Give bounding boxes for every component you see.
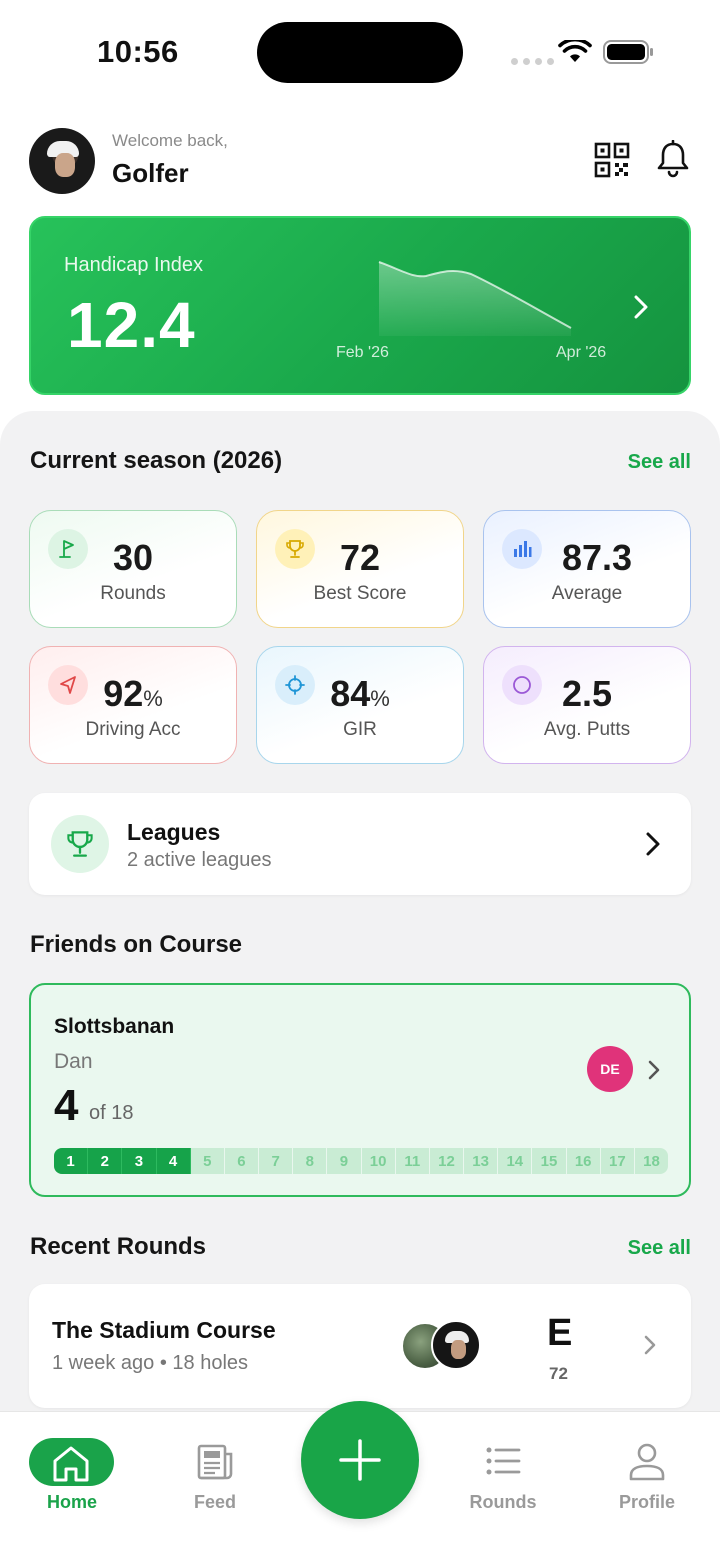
stat-tile-best-score[interactable]: 72 Best Score — [256, 510, 464, 628]
chart-end-label: Apr '26 — [556, 344, 607, 361]
hole-segment: 3 — [122, 1148, 157, 1174]
cellular-signal-icon — [511, 58, 554, 65]
recent-rounds-title: Recent Rounds — [30, 1233, 207, 1260]
stat-value: 92% — [103, 673, 163, 714]
friends-title: Friends on Course — [30, 931, 243, 958]
round-score: E — [547, 1312, 573, 1354]
hole-progress-bar: 1 2 3 4 5 6 7 8 9 10 11 12 13 14 15 16 17 18 — [54, 1148, 668, 1174]
person-icon — [629, 1443, 665, 1481]
round-strokes: 72 — [549, 1364, 568, 1383]
username: Golfer — [112, 158, 189, 188]
chart-start-label: Feb '26 — [336, 344, 389, 361]
battery-icon — [603, 40, 653, 64]
handicap-value: 12.4 — [67, 289, 196, 361]
hole-segment: 5 — [191, 1148, 225, 1174]
stat-value: 30 — [112, 537, 154, 578]
hole-segment: 18 — [643, 1152, 660, 1170]
stat-value: 72 — [339, 537, 381, 578]
stat-tile-avg-putts[interactable]: 2.5 Avg. Putts — [483, 646, 691, 764]
stat-tile-rounds[interactable]: 30 Rounds — [29, 510, 237, 628]
friend-course-name: Slottsbanan — [54, 1015, 175, 1038]
list-icon — [486, 1447, 521, 1475]
hole-segment: 7 — [259, 1148, 294, 1174]
chevron-right-icon — [634, 295, 648, 319]
friend-player-name: Dan — [54, 1050, 93, 1073]
stat-label: Rounds — [100, 583, 166, 604]
hole-segment: 10 — [362, 1148, 396, 1174]
plus-icon — [339, 1439, 381, 1481]
trophy-icon — [51, 815, 109, 873]
stat-tile-gir[interactable]: 84% GIR — [256, 646, 464, 764]
tab-profile-label: Profile — [618, 1492, 675, 1512]
hole-segment: 13 — [464, 1148, 499, 1174]
current-hole: 4 — [54, 1081, 79, 1130]
player-avatar — [431, 1320, 481, 1370]
tab-feed-label: Feed — [193, 1492, 236, 1512]
stat-label: Best Score — [313, 583, 407, 604]
newspaper-icon — [197, 1444, 233, 1480]
stat-value: 87.3 — [561, 537, 633, 578]
user-avatar[interactable] — [29, 128, 95, 194]
stat-value: 84% — [330, 673, 390, 714]
handicap-card[interactable]: Handicap Index 12.4 Feb '26 Apr '26 — [29, 216, 691, 395]
friend-avatar-badge: DE — [587, 1046, 633, 1092]
stat-label: Driving Acc — [85, 719, 181, 740]
app-header: Welcome back, Golfer — [29, 128, 691, 194]
handicap-trend-chart — [378, 261, 572, 336]
stat-label: GIR — [343, 719, 377, 740]
tab-rounds-label: Rounds — [469, 1492, 537, 1512]
notification-bell-icon[interactable] — [655, 140, 691, 178]
stat-label: Average — [551, 583, 623, 604]
stat-tile-average[interactable]: 87.3 Average — [483, 510, 691, 628]
qr-code-icon[interactable] — [594, 142, 630, 178]
hole-segment: 1 — [54, 1148, 89, 1174]
handicap-label: Handicap Index — [64, 254, 203, 276]
dynamic-island — [257, 22, 463, 83]
chevron-right-icon — [648, 1060, 660, 1080]
hole-segment: 6 — [225, 1148, 260, 1174]
chevron-right-icon — [644, 1335, 656, 1355]
hole-segment: 11 — [396, 1148, 430, 1174]
hole-segment: 17 — [601, 1148, 635, 1174]
hole-segment: 14 — [498, 1148, 533, 1174]
leagues-subtitle: 2 active leagues — [127, 849, 272, 871]
tab-home-label: Home — [46, 1492, 97, 1512]
leagues-card[interactable]: Leagues 2 active leagues — [29, 793, 691, 895]
chevron-right-icon — [646, 832, 660, 856]
welcome-text: Welcome back, — [112, 131, 228, 150]
stat-label: Avg. Putts — [543, 719, 631, 740]
hole-segment: 2 — [88, 1148, 123, 1174]
home-icon — [53, 1446, 89, 1482]
round-card[interactable]: The Stadium Course 1 week ago • 18 holes… — [29, 1284, 691, 1408]
season-see-all-link[interactable]: See all — [628, 451, 691, 474]
hole-total: of 18 — [89, 1102, 134, 1124]
stat-tile-driving-accuracy[interactable]: 92% Driving Acc — [29, 646, 237, 764]
stat-value: 2.5 — [561, 673, 613, 714]
hole-segment: 4 — [156, 1148, 191, 1174]
hole-segment: 16 — [567, 1148, 601, 1174]
round-course-name: The Stadium Course — [52, 1317, 276, 1343]
hole-segment: 8 — [293, 1148, 328, 1174]
friend-live-round-card[interactable]: Slottsbanan Dan 4 of 18 DE 1 2 3 4 5 6 7 8 9 10 11… — [29, 983, 691, 1197]
status-bar: 10:56 — [0, 0, 720, 100]
hole-segment: 15 — [532, 1148, 567, 1174]
status-time: 10:56 — [97, 34, 179, 69]
add-round-button[interactable] — [301, 1401, 419, 1519]
recent-see-all-link[interactable]: See all — [628, 1237, 691, 1260]
round-meta: 1 week ago • 18 holes — [52, 1352, 249, 1374]
season-title: Current season (2026) — [30, 447, 283, 474]
leagues-title: Leagues — [127, 819, 221, 845]
hole-segment: 9 — [327, 1148, 362, 1174]
wifi-icon — [558, 40, 592, 62]
hole-segment: 12 — [430, 1148, 465, 1174]
